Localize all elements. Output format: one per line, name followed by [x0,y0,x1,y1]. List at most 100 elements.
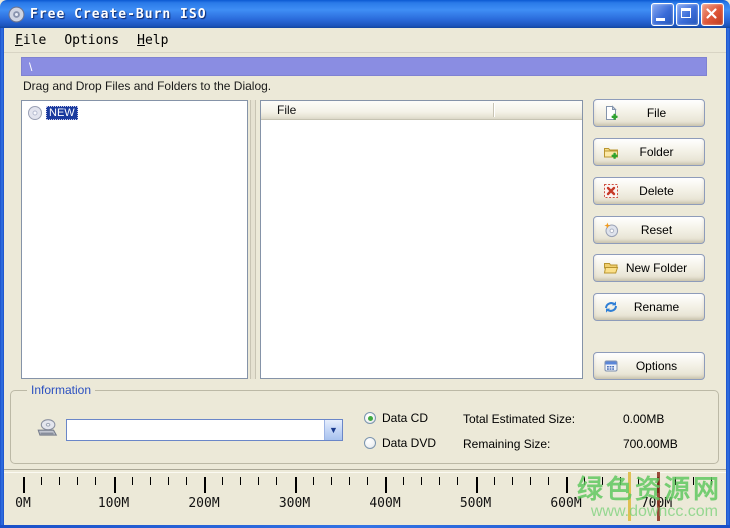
ruler-minor-tick [59,477,60,485]
drive-combobox[interactable]: ▼ [66,419,343,441]
ruler-major-tick [23,477,25,493]
ruler-minor-tick [584,477,585,485]
ruler-minor-tick [313,477,314,485]
window-controls [651,3,724,26]
ruler-minor-tick [77,477,78,485]
ruler-minor-tick [186,477,187,485]
menu-bar: File Options Help [0,28,730,53]
remaining-size-label: Remaining Size: [463,437,550,451]
information-group-label: Information [27,383,95,397]
ruler-minor-tick [620,477,621,485]
maximize-button[interactable] [676,3,699,26]
ruler-minor-tick [421,477,422,485]
ruler-tick-label: 400M [369,496,400,511]
ruler-minor-tick [439,477,440,485]
remaining-size-value: 700.00MB [623,437,678,451]
menu-file[interactable]: File [6,31,55,50]
radio-circle[interactable] [364,437,376,449]
maximize-icon [681,8,691,18]
current-path-bar: \ [21,57,707,76]
ruler-minor-tick [349,477,350,485]
ruler-major-tick [566,477,568,493]
cd-disc-icon [27,105,43,121]
window-title: Free Create-Burn ISO [30,7,207,22]
ruler-minor-tick [711,477,712,485]
panel-splitter[interactable] [250,100,256,379]
information-group: Information ▼ Data CD Data DVD Total Est… [10,390,719,464]
tree-item-new[interactable]: NEW [27,105,247,121]
ruler-minor-tick [95,477,96,485]
file-list-header: File [261,101,582,120]
new-folder-icon [603,260,619,276]
ruler-major-tick [385,477,387,493]
reset-disc-icon [603,222,619,238]
ruler-major-tick [476,477,478,493]
add-folder-icon [603,144,619,160]
ruler-minor-tick [41,477,42,485]
ruler-tick-label: 600M [550,496,581,511]
column-header-file[interactable]: File [261,103,296,117]
ruler-minor-tick [240,477,241,485]
close-icon [702,4,723,25]
minimize-icon [656,18,665,21]
delete-icon [603,183,619,199]
ruler-major-tick [114,477,116,493]
radio-circle[interactable] [364,412,376,424]
chevron-down-icon[interactable]: ▼ [324,420,342,440]
ruler-minor-tick [367,477,368,485]
ruler-tick-label: 200M [188,496,219,511]
ruler-minor-tick [276,477,277,485]
app-window: Free Create-Burn ISO File Options Help \… [0,0,730,528]
ruler-minor-tick [168,477,169,485]
ruler-minor-tick [331,477,332,485]
new-folder-button[interactable]: New Folder [593,254,705,282]
ruler-minor-tick [403,477,404,485]
ruler-minor-tick [457,477,458,485]
file-list-panel[interactable]: File [260,100,583,379]
red-capacity-marker [657,472,660,521]
close-button[interactable] [701,3,724,26]
ruler-major-tick [204,477,206,493]
ruler-minor-tick [512,477,513,485]
window-border-right [726,28,730,528]
options-button[interactable]: Options [593,352,705,380]
ruler-tick-label: 100M [98,496,129,511]
disc-tree-panel[interactable]: NEW [21,100,248,379]
file-button[interactable]: File [593,99,705,127]
ruler-minor-tick [150,477,151,485]
ruler-minor-tick [258,477,259,485]
drive-combobox-value[interactable] [67,420,324,440]
title-bar[interactable]: Free Create-Burn ISO [0,0,730,28]
capacity-ruler: 0M100M200M300M400M500M600M700M [0,470,730,528]
menu-help[interactable]: Help [128,31,177,50]
ruler-minor-tick [494,477,495,485]
ruler-minor-tick [602,477,603,485]
ruler-minor-tick [530,477,531,485]
cd-disc-icon [8,6,25,23]
ruler-major-tick [295,477,297,493]
column-divider[interactable] [493,103,494,117]
options-icon [603,358,619,374]
menu-options[interactable]: Options [55,31,128,50]
ruler-minor-tick [132,477,133,485]
window-border-left [0,28,4,528]
radio-data-dvd[interactable]: Data DVD [364,436,436,450]
reset-button[interactable]: Reset [593,216,705,244]
tree-item-label: NEW [46,106,78,120]
total-size-label: Total Estimated Size: [463,412,575,426]
ruler-tick-label: 0M [15,496,31,511]
folder-button[interactable]: Folder [593,138,705,166]
rename-icon [603,299,619,315]
rename-button[interactable]: Rename [593,293,705,321]
add-file-icon [603,105,619,121]
ruler-minor-tick [638,477,639,485]
ruler-tick-label: 300M [279,496,310,511]
ruler-minor-tick [222,477,223,485]
radio-data-cd[interactable]: Data CD [364,411,428,425]
minimize-button[interactable] [651,3,674,26]
ruler-minor-tick [693,477,694,485]
ruler-minor-tick [548,477,549,485]
delete-button[interactable]: Delete [593,177,705,205]
ruler-minor-tick [675,477,676,485]
yellow-marker [628,472,631,521]
